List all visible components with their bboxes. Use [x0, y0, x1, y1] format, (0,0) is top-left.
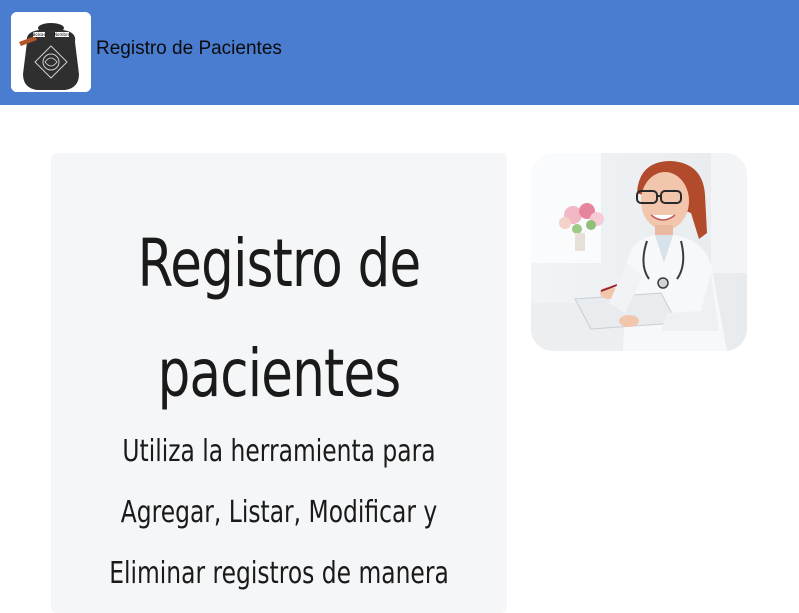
hero-text-line3: Eliminar registros de manera — [109, 556, 449, 591]
navbar-title: Registro de Pacientes — [96, 38, 282, 59]
doctor-illustration — [531, 153, 747, 351]
hero-text-line1: Utiliza la herramienta para — [122, 434, 436, 469]
hero-title-line2: pacientes — [157, 335, 402, 412]
hero-card: Registro de pacientes Utiliza la herrami… — [51, 153, 507, 613]
logo-text-left: Bolsas — [33, 32, 46, 37]
hero-text-line2: Agregar, Listar, Modificar y — [120, 495, 438, 530]
logo-text-right: Nombre — [54, 32, 70, 37]
navbar: Bolsas Nombre Registro de Pacientes — [0, 0, 799, 105]
doctor-photo — [531, 153, 747, 351]
hero-description: Utiliza la herramienta para Agregar, Lis… — [101, 421, 457, 604]
hero-title-line1: Registro de — [137, 225, 422, 302]
bag-logo-icon: Bolsas Nombre — [11, 12, 91, 92]
hero-title: Registro de pacientes — [101, 209, 457, 429]
brand-logo-link[interactable]: Bolsas Nombre — [11, 12, 91, 92]
